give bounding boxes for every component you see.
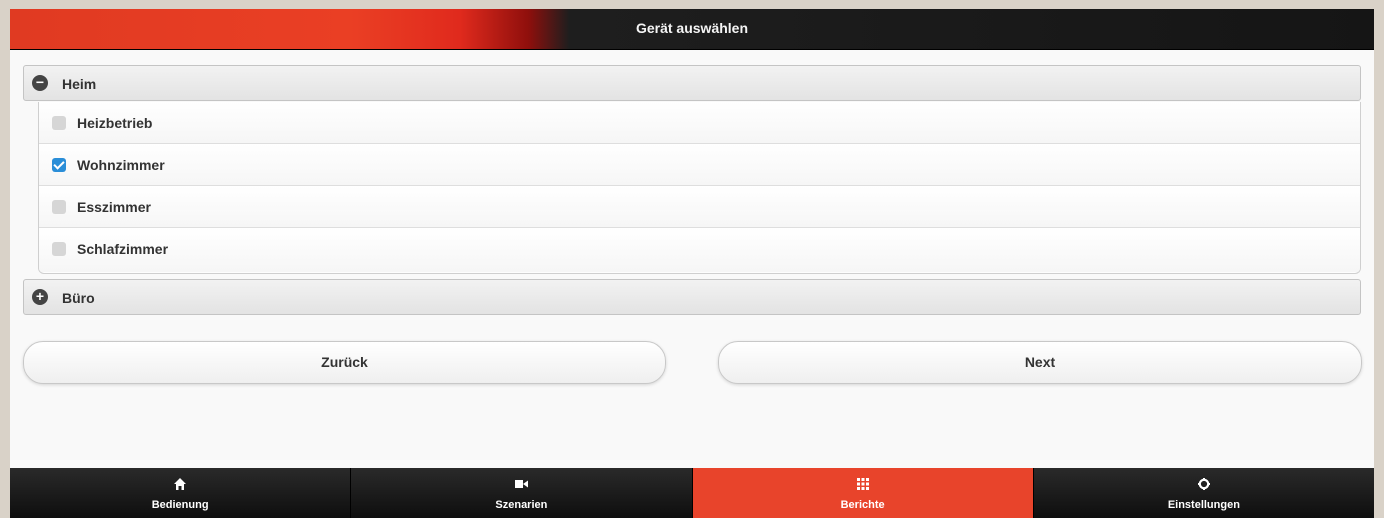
video-camera-icon [514,480,528,488]
checkbox[interactable] [52,158,66,172]
checkbox[interactable] [52,242,66,256]
nav-item-bedienung[interactable]: Bedienung [10,468,352,518]
list-item[interactable]: Wohnzimmer [39,144,1360,186]
nav-label: Szenarien [495,499,548,511]
device-list: Heizbetrieb Wohnzimmer Esszimmer Schlafz… [38,102,1361,274]
item-label: Wohnzimmer [77,157,165,173]
page-title: Gerät auswählen [635,20,749,36]
grid-icon [856,478,869,490]
list-item[interactable]: Schlafzimmer [39,228,1360,272]
nav-label: Einstellungen [1167,499,1240,511]
list-item[interactable]: Esszimmer [39,186,1360,228]
item-label: Heizbetrieb [77,115,153,131]
header-bar: Gerät auswählen [10,9,1374,50]
app-frame: Gerät auswählen − Heim Heizbetrieb Wohnz… [10,9,1374,518]
group-label: Büro [62,290,95,306]
nav-item-einstellungen[interactable]: Einstellungen [1033,468,1374,518]
next-button[interactable]: Next [718,341,1362,384]
back-button[interactable]: Zurück [23,341,666,384]
nav-label: Bedienung [151,499,209,511]
minus-circle-icon: − [32,75,48,91]
item-label: Schlafzimmer [77,241,169,257]
nav-item-berichte[interactable]: Berichte [692,468,1034,518]
list-item[interactable]: Heizbetrieb [39,102,1360,144]
group-label: Heim [62,76,97,92]
checkbox[interactable] [52,116,66,130]
bottom-navbar: Bedienung Szenarien Berichte Einstellung… [10,468,1374,518]
plus-circle-icon: + [32,289,48,305]
group-header-buero[interactable]: + Büro [23,279,1361,315]
gear-icon [1197,478,1210,490]
group-header-heim[interactable]: − Heim [23,65,1361,101]
home-icon [174,478,187,490]
item-label: Esszimmer [77,199,151,215]
nav-item-szenarien[interactable]: Szenarien [351,468,693,518]
nav-label: Berichte [840,499,885,511]
checkbox[interactable] [52,200,66,214]
